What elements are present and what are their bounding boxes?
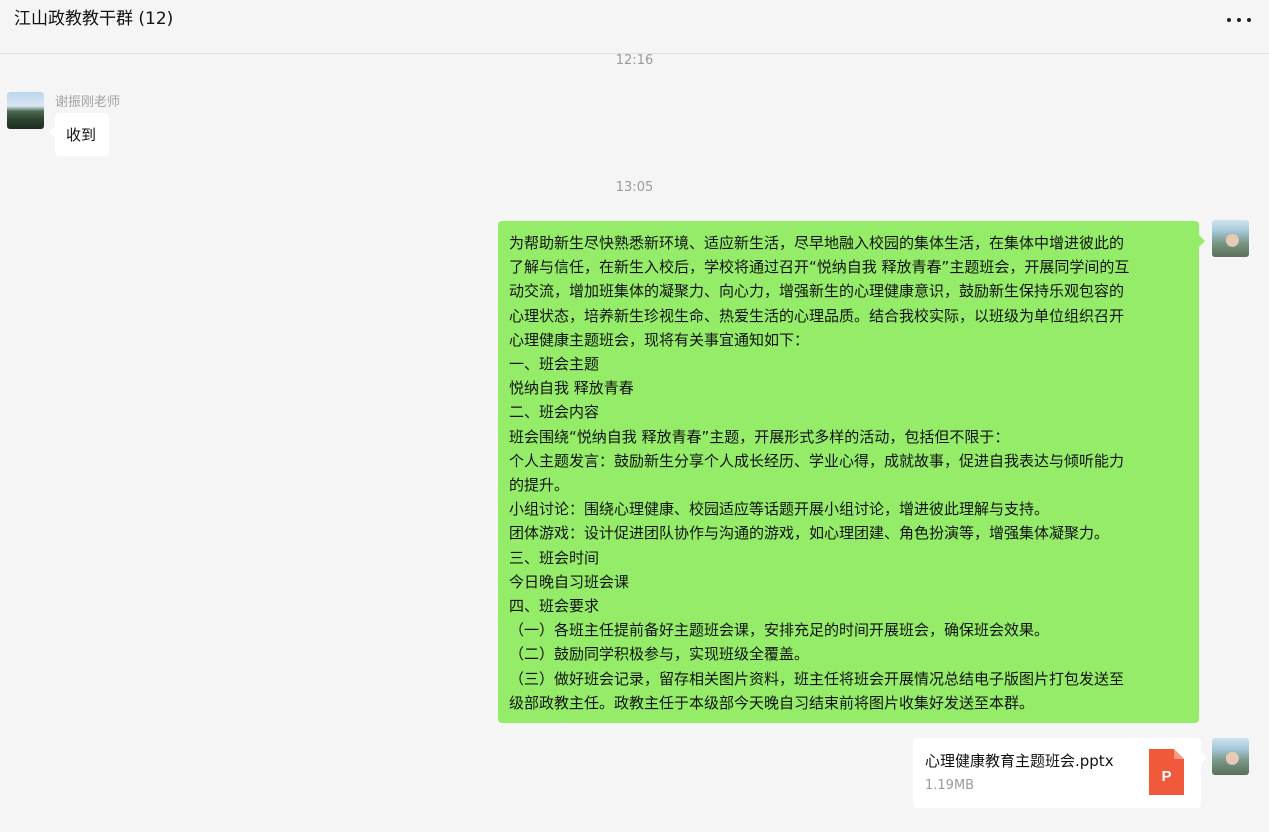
more-options-icon[interactable] [1227,10,1251,30]
notice-line: 的提升。 [509,476,570,495]
notice-line: 团体游戏：设计促进团队协作与沟通的游戏，如心理团建、角色扮演等，增强集体凝聚力。 [509,524,1110,543]
timestamp: 13:05 [615,180,654,195]
notice-line: 今日晚自习班会课 [509,572,630,591]
sender-avatar[interactable] [7,92,44,129]
file-icon-fold [1174,749,1184,759]
chat-title[interactable]: 江山政教教干群 (12) [14,8,173,30]
dot [1227,18,1231,22]
dot [1247,18,1251,22]
notice-line: 心理健康主题班会，现将有关事宜通知如下： [509,330,810,349]
pptx-file-icon: P [1149,749,1184,795]
notice-line: （一）各班主任提前备好主题班会课，安排充足的时间开展班会，确保班会效果。 [509,621,1050,640]
file-icon-letter: P [1161,768,1171,785]
message-text: 收到 [66,126,97,144]
notice-line: 班会围绕“悦纳自我 释放青春”主题，开展形式多样的活动，包括但不限于： [509,427,1010,446]
file-name: 心理健康教育主题班会.pptx [925,752,1114,770]
notice-line: （三）做好班会记录，留存相关图片资料，班主任将班会开展情况总结电子版图片打包发送… [509,669,1125,688]
notice-line: 三、班会时间 [509,548,600,567]
file-attachment-card[interactable]: 心理健康教育主题班会.pptx 1.19MB P [913,738,1207,808]
member-count: (12) [138,9,174,29]
notice-line: 个人主题发言：鼓励新生分享个人成长经历、学业心得，成就故事，促进自我表达与倾听能… [509,451,1125,470]
notice-line: 心理状态，培养新生珍视生命、热爱生活的心理品质。结合我校实际，以班级为单位组织召… [509,306,1125,325]
notice-line: 了解与信任，在新生入校后，学校将通过召开“悦纳自我 释放青春”主题班会，开展同学… [509,258,1130,277]
notice-line: 二、班会内容 [509,403,600,422]
self-avatar[interactable] [1212,220,1249,257]
message-bubble[interactable]: 收到 [49,113,109,156]
chat-window: 江山政教教干群 (12) 12:16 谢振刚老师 收到 13:05 为帮助新生尽… [0,0,1269,832]
notice-line: 为帮助新生尽快熟悉新环境、适应新生活，尽早地融入校园的集体生活，在集体中增进彼此… [509,234,1125,252]
notice-line: 四、班会要求 [509,597,600,616]
self-avatar[interactable] [1212,738,1249,775]
group-name: 江山政教教干群 [14,9,133,29]
chat-header: 江山政教教干群 (12) [0,0,1269,54]
sender-name: 谢振刚老师 [55,95,121,110]
notice-message-bubble[interactable]: 为帮助新生尽快熟悉新环境、适应新生活，尽早地融入校园的集体生活，在集体中增进彼此… [498,221,1205,723]
file-size: 1.19MB [925,778,975,793]
notice-line: 小组讨论：围绕心理健康、校园适应等话题开展小组讨论，增进彼此理解与支持。 [509,500,1050,519]
notice-line: 级部政教主任。政教主任于本级部今天晚自习结束前将图片收集好发送至本群。 [509,693,1035,712]
dot [1237,18,1241,22]
notice-line: （二）鼓励同学积极参与，实现班级全覆盖。 [509,645,810,664]
notice-line: 悦纳自我 释放青春 [509,379,634,398]
notice-line: 一、班会主题 [509,355,600,374]
timestamp: 12:16 [615,53,654,68]
notice-line: 动交流，增加班集体的凝聚力、向心力，增强新生的心理健康意识，鼓励新生保持乐观包容… [509,282,1125,301]
